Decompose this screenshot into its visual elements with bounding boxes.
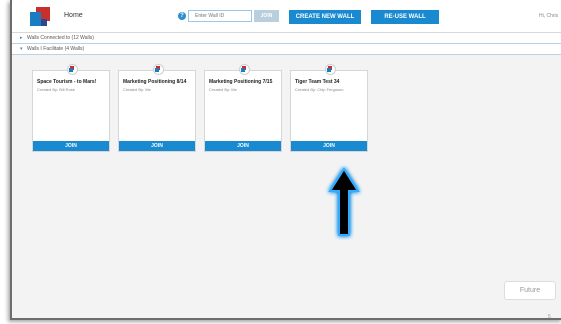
home-link[interactable]: Home <box>64 12 83 19</box>
wall-join-button[interactable]: JOIN <box>33 141 109 151</box>
help-icon[interactable]: ? <box>178 12 186 20</box>
wall-join-button[interactable]: JOIN <box>291 141 367 151</box>
chevron-down-icon: ▾ <box>20 46 23 52</box>
wall-creator: Created By: Me <box>209 87 237 92</box>
wall-join-button[interactable]: JOIN <box>205 141 281 151</box>
section-label: Walls I Facilitate (4 Walls) <box>27 46 85 52</box>
wall-id-input[interactable] <box>188 10 252 22</box>
chevron-right-icon: ▸ <box>20 35 23 41</box>
wall-creator: Created By: Chip Ferguson <box>295 87 344 92</box>
future-button[interactable]: Future <box>504 281 556 300</box>
create-new-wall-button[interactable]: CREATE NEW WALL <box>289 10 361 24</box>
section-label: Walls Connected to (12 Walls) <box>27 35 94 41</box>
top-bar: Home ? JOIN CREATE NEW WALL RE-USE WALL … <box>12 0 561 33</box>
user-greeting[interactable]: Hi, Chris <box>539 13 558 19</box>
wall-logo-icon <box>325 64 336 75</box>
join-wall-button[interactable]: JOIN <box>254 10 279 22</box>
wall-title: Marketing Positioning 8/14 <box>123 79 187 85</box>
app-logo-icon[interactable] <box>30 7 52 27</box>
page-number: 5 <box>548 314 551 320</box>
section-walls-facilitate[interactable]: ▾ Walls I Facilitate (4 Walls) <box>12 44 561 55</box>
annotation-arrow-icon <box>328 167 360 236</box>
wall-logo-icon <box>239 64 250 75</box>
wall-logo-icon <box>67 64 78 75</box>
wall-creator: Created By: Me <box>123 87 151 92</box>
wall-card[interactable]: Marketing Positioning 7/15 Created By: M… <box>204 64 282 152</box>
wall-card[interactable]: Marketing Positioning 8/14 Created By: M… <box>118 64 196 152</box>
wall-join-button[interactable]: JOIN <box>119 141 195 151</box>
wall-card[interactable]: Space Tourism - to Mars! Created By: Bil… <box>32 64 110 152</box>
wall-card[interactable]: Tiger Team Test 34 Created By: Chip Ferg… <box>290 64 368 152</box>
wall-title: Marketing Positioning 7/15 <box>209 79 273 85</box>
section-walls-connected[interactable]: ▸ Walls Connected to (12 Walls) <box>12 33 561 44</box>
wall-title: Space Tourism - to Mars! <box>37 79 97 85</box>
wall-title: Tiger Team Test 34 <box>295 79 340 85</box>
wall-creator: Created By: Bill Rose <box>37 87 76 92</box>
wall-logo-icon <box>153 64 164 75</box>
app-window: Home ? JOIN CREATE NEW WALL RE-USE WALL … <box>10 0 561 320</box>
reuse-wall-button[interactable]: RE-USE WALL <box>371 10 439 24</box>
